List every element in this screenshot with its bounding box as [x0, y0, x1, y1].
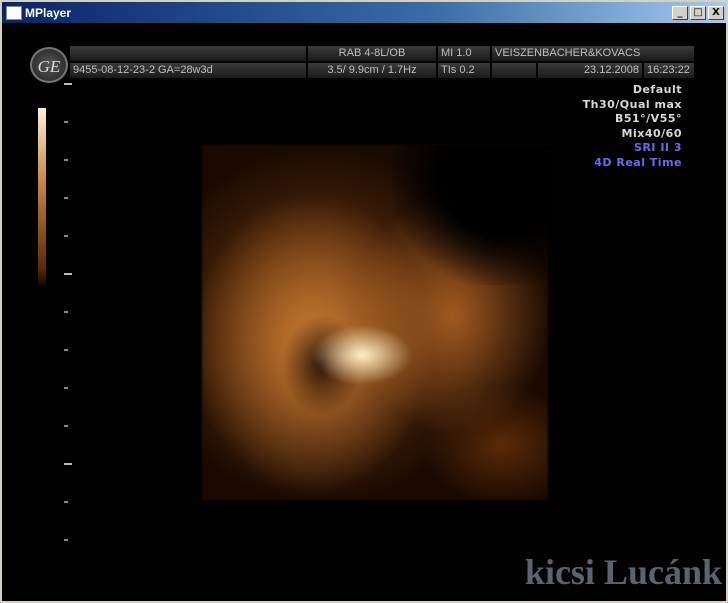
- ge-logo: GE: [30, 47, 68, 83]
- depth-tick: [64, 463, 72, 465]
- depth-tick: [64, 501, 68, 503]
- setting-line: Default: [632, 83, 682, 96]
- video-area[interactable]: GE RAB 4-8L/OB MI 1.0 VEISZENBACHER&KOVA…: [2, 23, 726, 601]
- header-blank-2: [492, 63, 536, 78]
- mplayer-window: MPlayer _ □ X GE RAB 4-8L/OB MI 1.0 VEIS…: [0, 0, 728, 603]
- tis-label: TIs 0.2: [438, 63, 490, 78]
- setting-line-mode: 4D Real Time: [594, 155, 682, 169]
- params-label: 3.5/ 9.9cm / 1.7Hz: [308, 63, 436, 78]
- mplayer-app-icon[interactable]: [6, 5, 22, 20]
- mi-label: MI 1.0: [438, 46, 490, 61]
- depth-tick: [64, 197, 68, 199]
- ultrasound-shadow: [392, 145, 552, 285]
- setting-line: B51°/V55°: [614, 112, 682, 125]
- setting-line: Mix40/60: [621, 126, 682, 140]
- close-button[interactable]: X: [708, 5, 724, 20]
- setting-line: Th30/Qual max: [582, 97, 682, 111]
- depth-tick: [64, 349, 68, 351]
- probe-label: RAB 4-8L/OB: [308, 46, 436, 61]
- minimize-button[interactable]: _: [672, 5, 688, 20]
- depth-tick: [64, 121, 68, 123]
- time-label: 16:23:22: [644, 63, 694, 78]
- clinic-label: VEISZENBACHER&KOVACS: [492, 46, 694, 61]
- depth-tick: [64, 539, 68, 541]
- title-bar[interactable]: MPlayer _ □ X: [2, 2, 726, 23]
- depth-tick: [64, 311, 68, 313]
- depth-tick: [64, 235, 68, 237]
- date-label: 23.12.2008: [538, 63, 642, 78]
- depth-tick: [64, 273, 72, 275]
- depth-tick: [64, 425, 68, 427]
- depth-tick: [64, 387, 68, 389]
- header-blank: [70, 46, 306, 61]
- patient-label: 9455-08-12-23-2 GA=28w3d: [70, 63, 306, 78]
- gray-scale-bar: [38, 108, 46, 286]
- depth-tick: [64, 83, 72, 85]
- window-title: MPlayer: [25, 5, 72, 20]
- maximize-button[interactable]: □: [690, 5, 706, 20]
- setting-line-sri: SRI II 3: [634, 141, 682, 154]
- depth-tick: [64, 159, 68, 161]
- watermark-text: kicsi Lucánk: [524, 552, 722, 592]
- settings-panel: Default Th30/Qual max B51°/V55° Mix40/60…: [583, 83, 682, 170]
